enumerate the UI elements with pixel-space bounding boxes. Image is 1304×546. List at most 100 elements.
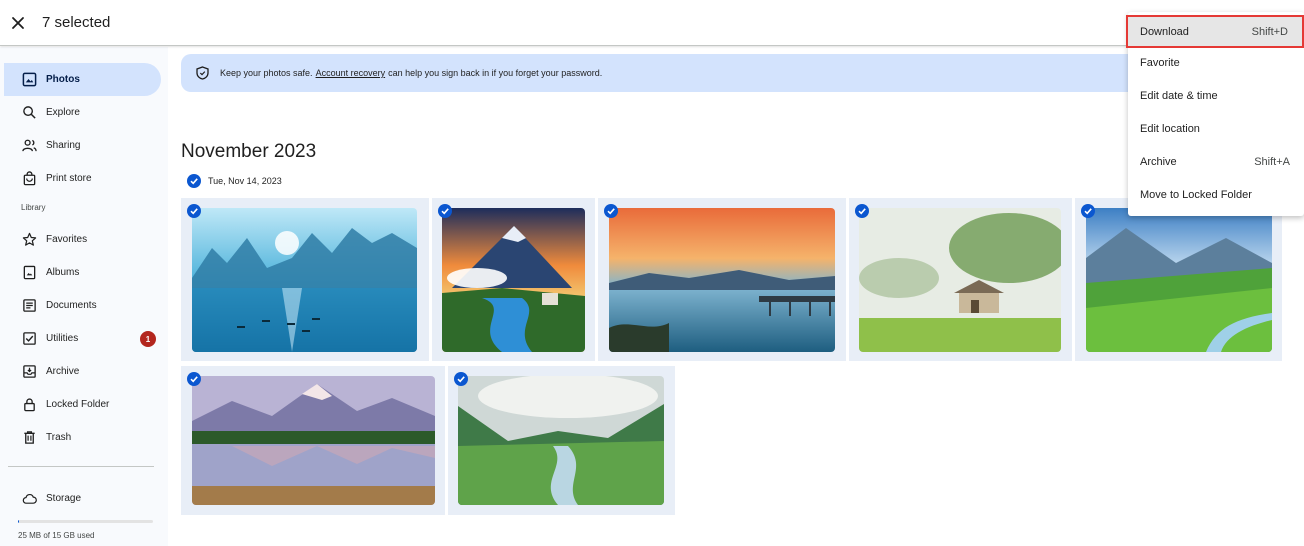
archive-icon — [21, 364, 37, 380]
menu-item-edit-date-time[interactable]: Edit date & time — [1128, 79, 1304, 112]
shopping-bag-icon — [21, 171, 37, 187]
check-icon — [190, 178, 198, 185]
close-selection-button[interactable] — [4, 9, 32, 37]
photo-select-checkbox[interactable] — [187, 204, 201, 218]
sidebar-item-photos[interactable]: Photos — [4, 63, 161, 96]
sidebar-item-archive[interactable]: Archive — [4, 355, 161, 388]
sidebar-item-documents[interactable]: Documents — [4, 289, 161, 322]
menu-item-label: Archive — [1140, 155, 1177, 168]
sidebar-item-explore[interactable]: Explore — [4, 96, 161, 129]
photo-mountain-sunset-river — [442, 208, 585, 352]
day-header: Tue, Nov 14, 2023 — [187, 174, 282, 188]
menu-item-shortcut: Shift+A — [1254, 155, 1290, 168]
photo-mountain-valley-creek — [458, 376, 664, 505]
sidebar-item-label: Locked Folder — [46, 399, 110, 410]
sidebar-divider — [8, 466, 154, 467]
close-icon — [12, 17, 24, 29]
photo-green-valley-stream — [1086, 208, 1272, 352]
photo-lake-karst-mountains — [192, 208, 417, 352]
album-icon — [21, 265, 37, 281]
sidebar-item-label: Favorites — [46, 234, 88, 245]
photo-select-checkbox[interactable] — [438, 204, 452, 218]
menu-item-move-to-locked-folder[interactable]: Move to Locked Folder — [1128, 178, 1304, 211]
photo-icon — [21, 72, 37, 88]
sidebar-item-favorites[interactable]: Favorites — [4, 223, 161, 256]
sidebar: Photos Explore Sharing Print store Libra… — [0, 47, 168, 546]
account-recovery-banner: Keep your photos safe. Account recovery … — [181, 54, 1171, 92]
sidebar-item-label: Print store — [46, 173, 92, 184]
photo-select-checkbox[interactable] — [187, 372, 201, 386]
sidebar-item-storage[interactable]: Storage — [4, 482, 161, 515]
photo-tile[interactable] — [181, 366, 445, 515]
library-section-label: Library — [21, 203, 46, 212]
month-heading: November 2023 — [181, 141, 317, 162]
selection-toolbar: 7 selected — [0, 0, 1304, 46]
storage-usage-text: 25 MB of 15 GB used — [18, 531, 95, 540]
photo-snowy-mountain-reflection — [192, 376, 435, 505]
sidebar-item-albums[interactable]: Albums — [4, 256, 161, 289]
check-icon — [607, 208, 615, 215]
sidebar-item-utilities[interactable]: Utilities 1 — [4, 322, 161, 355]
photo-watercolor-hut — [859, 208, 1061, 352]
check-icon — [441, 208, 449, 215]
menu-item-edit-location[interactable]: Edit location — [1128, 112, 1304, 145]
photo-tile[interactable] — [448, 366, 675, 515]
checklist-icon — [21, 331, 37, 347]
cloud-icon — [21, 491, 37, 507]
menu-item-label: Favorite — [1140, 56, 1180, 69]
sidebar-item-trash[interactable]: Trash — [4, 421, 161, 454]
photo-tile[interactable] — [181, 198, 429, 361]
sidebar-item-sharing[interactable]: Sharing — [4, 129, 161, 162]
banner-text-before: Keep your photos safe. — [220, 68, 313, 78]
sidebar-item-label: Storage — [46, 493, 82, 504]
select-day-checkbox[interactable] — [187, 174, 201, 188]
shield-icon — [196, 66, 210, 80]
sidebar-item-label: Utilities — [46, 333, 79, 344]
menu-item-label: Edit date & time — [1140, 89, 1218, 102]
utilities-badge: 1 — [140, 331, 156, 347]
sidebar-item-label: Photos — [46, 74, 80, 85]
photo-select-checkbox[interactable] — [454, 372, 468, 386]
photo-tile[interactable] — [598, 198, 846, 361]
check-icon — [190, 376, 198, 383]
photo-tile[interactable] — [432, 198, 595, 361]
sidebar-item-locked-folder[interactable]: Locked Folder — [4, 388, 161, 421]
trash-icon — [21, 430, 37, 446]
selected-count: 7 selected — [42, 14, 111, 31]
photo-select-checkbox[interactable] — [604, 204, 618, 218]
menu-item-label: Move to Locked Folder — [1140, 188, 1252, 201]
sidebar-item-label: Sharing — [46, 140, 81, 151]
menu-item-archive[interactable]: Archive Shift+A — [1128, 145, 1304, 178]
more-options-menu: Download Shift+D Favorite Edit date & ti… — [1126, 12, 1304, 216]
day-label: Tue, Nov 14, 2023 — [208, 176, 282, 186]
lock-icon — [21, 397, 37, 413]
check-icon — [457, 376, 465, 383]
photo-select-checkbox[interactable] — [855, 204, 869, 218]
search-icon — [21, 105, 37, 121]
sidebar-item-print-store[interactable]: Print store — [4, 162, 161, 195]
menu-item-label: Edit location — [1140, 122, 1200, 135]
sidebar-item-label: Trash — [46, 432, 72, 443]
check-icon — [1084, 208, 1092, 215]
photo-tile[interactable] — [849, 198, 1072, 361]
star-icon — [21, 232, 37, 248]
sidebar-item-label: Albums — [46, 267, 80, 278]
banner-text-after: can help you sign back in if you forget … — [388, 68, 603, 78]
sidebar-item-label: Archive — [46, 366, 80, 377]
storage-progress-bar — [18, 520, 153, 523]
storage-progress-fill — [18, 520, 20, 523]
photo-select-checkbox[interactable] — [1081, 204, 1095, 218]
menu-item-label: Download — [1140, 25, 1189, 38]
account-recovery-link[interactable]: Account recovery — [316, 68, 386, 78]
menu-item-download[interactable]: Download Shift+D — [1126, 15, 1304, 48]
check-icon — [858, 208, 866, 215]
menu-item-shortcut: Shift+D — [1251, 25, 1288, 38]
people-icon — [21, 138, 37, 154]
app-window: 7 selected Photos Explore Sharing Print … — [0, 0, 1304, 546]
document-icon — [21, 298, 37, 314]
menu-item-favorite[interactable]: Favorite — [1128, 46, 1304, 79]
sidebar-item-label: Explore — [46, 107, 80, 118]
check-icon — [190, 208, 198, 215]
photo-tile[interactable] — [1075, 198, 1282, 361]
sidebar-item-label: Documents — [46, 300, 97, 311]
